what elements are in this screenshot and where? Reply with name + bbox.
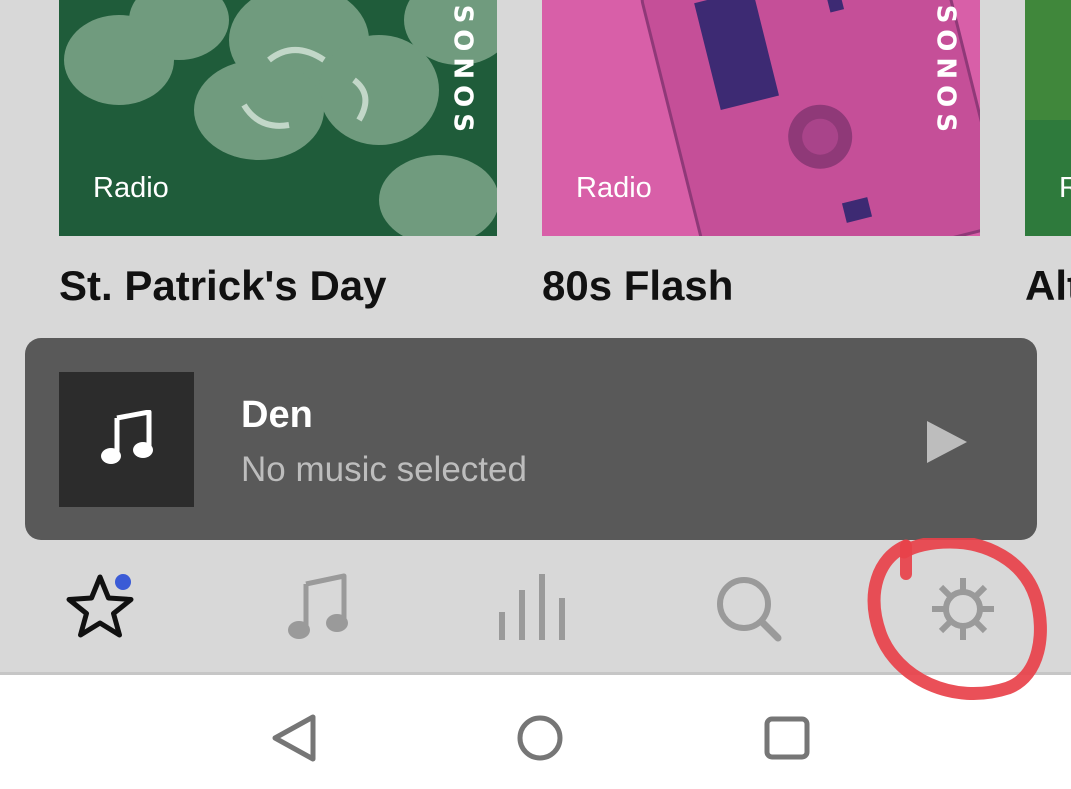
- home-button[interactable]: [490, 675, 590, 789]
- radio-badge: Radio: [93, 172, 169, 204]
- playback-status: No music selected: [241, 450, 527, 489]
- card-80s-flash[interactable]: Radio SONOS 80s Flash: [542, 0, 980, 320]
- album-art-placeholder: [59, 372, 194, 507]
- home-icon: [517, 715, 563, 761]
- play-icon[interactable]: [925, 419, 969, 465]
- tab-my-sonos[interactable]: [45, 560, 155, 660]
- back-icon: [272, 714, 316, 762]
- card-title: Alt: [1025, 262, 1071, 309]
- bottom-tab-bar: [0, 560, 1071, 672]
- now-playing-bar[interactable]: Den No music selected: [25, 338, 1037, 540]
- radio-badge: Radio: [576, 172, 652, 204]
- radio-badge: R: [1059, 172, 1071, 204]
- back-button[interactable]: [245, 675, 345, 789]
- tab-rooms[interactable]: [477, 560, 587, 660]
- room-name: Den: [241, 394, 313, 436]
- star-icon: [66, 574, 134, 638]
- card-artwork: R: [1025, 0, 1071, 236]
- system-navigation-bar: [0, 675, 1071, 789]
- card-artwork: Radio SONOS: [59, 0, 497, 236]
- music-note-icon: [288, 573, 348, 639]
- sonos-logo: SONOS: [930, 4, 960, 138]
- card-title: 80s Flash: [542, 262, 734, 309]
- tab-settings[interactable]: [908, 560, 1018, 660]
- recents-button[interactable]: [737, 675, 837, 789]
- tab-search[interactable]: [692, 560, 802, 660]
- notification-badge: [115, 574, 131, 590]
- card-st-patricks-day[interactable]: Radio SONOS St. Patrick's Day: [59, 0, 497, 320]
- card-artwork: Radio SONOS: [542, 0, 980, 236]
- card-title: St. Patrick's Day: [59, 262, 387, 309]
- card-alt[interactable]: R Alt: [1025, 0, 1071, 320]
- sonos-logo: SONOS: [447, 4, 477, 138]
- music-note-icon: [101, 410, 153, 464]
- search-icon: [717, 577, 782, 642]
- recents-icon: [764, 716, 810, 760]
- tab-browse[interactable]: [262, 560, 372, 660]
- equalizer-bars-icon: [499, 574, 565, 640]
- gear-icon: [932, 578, 994, 640]
